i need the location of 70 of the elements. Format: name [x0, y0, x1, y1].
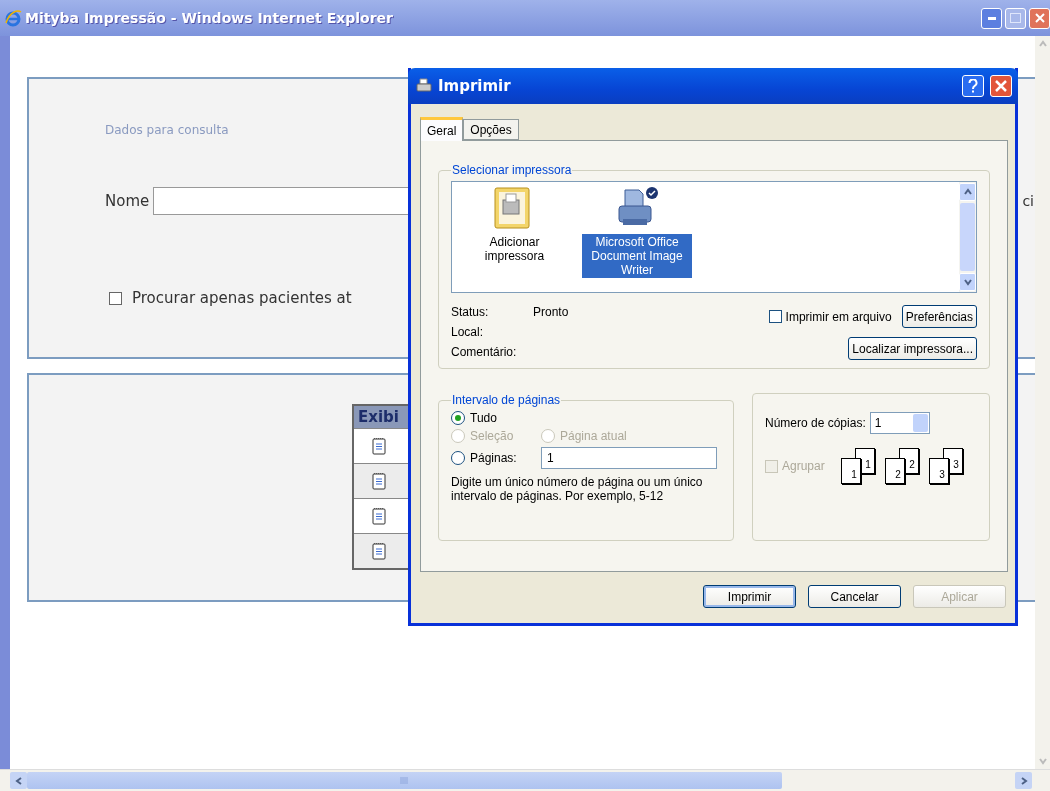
close-icon: [1034, 13, 1045, 23]
pages-input[interactable]: 1: [541, 447, 717, 469]
section-heading: Dados para consulta: [105, 123, 229, 137]
scroll-thumb[interactable]: [27, 772, 782, 789]
maximize-button[interactable]: [1005, 7, 1026, 29]
notepad-icon: [372, 472, 386, 490]
group-title: Selecionar impressora: [451, 163, 573, 177]
window-title: Mityba Impressão - Windows Internet Explorer: [25, 10, 395, 26]
find-printer-button[interactable]: Localizar impressora...: [848, 337, 977, 360]
printer-list[interactable]: Adicionar impressora Microsoft Office Document Image Writer: [451, 181, 977, 293]
radio-button[interactable]: [451, 411, 465, 425]
name-label: Nome: [105, 192, 150, 210]
hint-text: Digite um único número de página ou um único intervalo de páginas. Por exemplo, 5-12: [451, 475, 704, 503]
radio-label: Página atual: [560, 429, 627, 443]
maximize-icon: [1010, 13, 1021, 23]
checkbox-label: Agrupar: [782, 459, 825, 473]
status-value: Pronto: [533, 305, 570, 319]
notepad-icon: [372, 507, 386, 525]
checkbox[interactable]: [768, 310, 782, 323]
field-label: ci: [1022, 193, 1035, 209]
radio-label: Tudo: [470, 411, 497, 425]
close-button[interactable]: [1029, 7, 1050, 29]
preferences-button[interactable]: Preferências: [901, 305, 977, 328]
close-button[interactable]: [990, 75, 1012, 97]
tab[interactable]: Geral: [420, 117, 464, 141]
notepad-icon: [372, 542, 386, 560]
checkbox-label: Procurar apenas pacientes at: [132, 289, 352, 307]
notepad-icon: [372, 437, 386, 455]
tab[interactable]: Opções: [463, 119, 519, 140]
page-icon: 3: [928, 458, 949, 484]
radio-label: Páginas:: [470, 451, 517, 465]
status-label: Local:: [451, 325, 485, 339]
printer-icon: [416, 78, 432, 94]
scroll-down-icon: [1038, 757, 1047, 765]
chevron-right-icon: [1019, 776, 1028, 785]
minimize-icon: [987, 16, 996, 20]
chevron-up-icon: [963, 188, 972, 196]
dialog-button[interactable]: Imprimir: [703, 585, 796, 608]
dialog-title: Imprimir: [438, 77, 512, 95]
grip-icon: [400, 777, 409, 784]
scroll-left-button[interactable]: [10, 772, 27, 789]
horizontal-scrollbar[interactable]: [0, 769, 1050, 791]
close-icon: [995, 80, 1007, 92]
scroll-down-button[interactable]: [959, 273, 976, 291]
status-label: Comentário:: [451, 345, 518, 359]
chevron-down-icon: [963, 278, 972, 286]
checkbox[interactable]: [109, 291, 122, 305]
minimize-button[interactable]: [981, 7, 1002, 29]
list-scrollbar[interactable]: [959, 182, 976, 292]
scroll-thumb[interactable]: [960, 203, 975, 271]
page-icon: 1: [840, 458, 861, 484]
dialog-button[interactable]: Cancelar: [808, 585, 901, 608]
browser-logo-icon: [4, 9, 22, 27]
printer-item[interactable]: Microsoft Office Document Image Writer: [582, 234, 692, 278]
scroll-right-button[interactable]: [1015, 772, 1032, 789]
copies-label: Número de cópias:: [765, 416, 866, 430]
scroll-up-button[interactable]: [959, 183, 976, 201]
checkbox-label: Imprimir em arquivo: [785, 309, 892, 324]
status-label: Status:: [451, 305, 490, 319]
vertical-scrollbar[interactable]: [1035, 36, 1050, 769]
radio-label: Seleção: [470, 429, 514, 443]
radio-button[interactable]: [451, 451, 465, 465]
help-icon: [968, 79, 978, 93]
copies-spinner[interactable]: 1: [869, 412, 930, 434]
scroll-up-icon: [1038, 40, 1047, 48]
help-button[interactable]: [962, 75, 984, 97]
page-icon: 2: [884, 458, 905, 484]
chevron-left-icon: [14, 776, 23, 785]
group-title: Intervalo de páginas: [451, 393, 562, 407]
printer-item[interactable]: Adicionar impressora: [477, 234, 552, 264]
